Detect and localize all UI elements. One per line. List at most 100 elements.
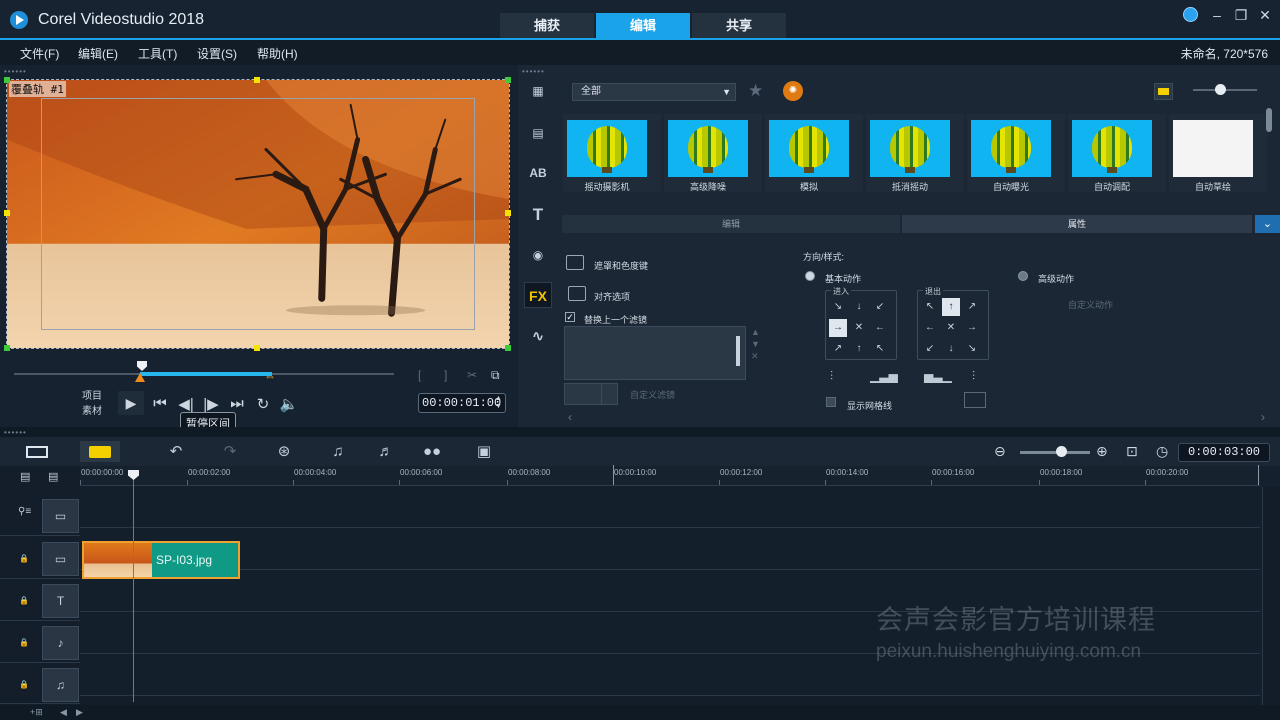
arrow-icon[interactable]: ↑ xyxy=(850,340,868,358)
arrow-icon[interactable]: ↙ xyxy=(921,340,939,358)
scroll-right-icon[interactable]: › xyxy=(1261,410,1265,424)
applied-filter-list[interactable] xyxy=(564,326,746,380)
menu-settings[interactable]: 设置(S) xyxy=(197,45,237,62)
transition-icon[interactable]: AB xyxy=(524,160,552,186)
lock-icon[interactable]: 🔒 xyxy=(19,596,29,605)
basic-motion-label[interactable]: 基本动作 xyxy=(825,272,861,285)
prev-frame-button[interactable]: ◀| xyxy=(175,395,197,413)
arrow-icon[interactable]: ✕ xyxy=(942,319,960,337)
time-ruler[interactable]: 00:00:00:00 00:00:02:00 00:00:04:00 00:0… xyxy=(80,465,1260,486)
title-track-button[interactable]: T xyxy=(42,584,79,618)
mask-chroma-icon[interactable] xyxy=(566,255,584,270)
path-icon[interactable]: ∿ xyxy=(524,324,552,350)
tab-edit-options[interactable]: 编辑 xyxy=(562,215,900,233)
tab-edit[interactable]: 编辑 xyxy=(596,13,690,39)
arrow-icon[interactable]: ↗ xyxy=(963,298,981,316)
effect-thumb[interactable]: 自动调配 xyxy=(1068,114,1166,192)
chapter-icon[interactable]: ▤ xyxy=(48,470,58,483)
preset-dropdown[interactable] xyxy=(564,383,618,405)
scroll-left-icon[interactable]: ◀ xyxy=(60,707,67,718)
mask-chroma-label[interactable]: 遮罩和色度键 xyxy=(594,259,648,272)
replace-filter-checkbox[interactable]: ✓ xyxy=(565,312,575,322)
align-options-icon[interactable] xyxy=(568,286,586,301)
scrub-head[interactable] xyxy=(137,361,147,371)
graphic-icon[interactable]: ◉ xyxy=(524,242,552,268)
arrow-icon[interactable]: ↘ xyxy=(963,340,981,358)
arrow-icon[interactable]: ↙ xyxy=(871,298,889,316)
zoom-knob[interactable] xyxy=(1056,446,1067,457)
timecode-spinner[interactable]: ▲ ▼ xyxy=(495,395,502,411)
restore-button[interactable]: ❐ xyxy=(1230,7,1252,24)
menu-tools[interactable]: 工具(T) xyxy=(138,45,177,62)
fx-store-icon[interactable]: ✺ xyxy=(783,81,803,101)
arrow-icon[interactable]: ← xyxy=(871,319,889,337)
panel-splitter[interactable]: •••••• xyxy=(0,427,1280,437)
thumbnail-size-knob[interactable] xyxy=(1215,84,1226,95)
panel-grip[interactable]: •••••• xyxy=(4,67,27,76)
track-manager-icon[interactable]: ▤ xyxy=(20,470,30,483)
overlay-clip[interactable]: SP-I03.jpg xyxy=(82,541,240,579)
category-dropdown[interactable]: 全部 ▼ xyxy=(572,83,736,101)
repeat-icon[interactable]: ↻ xyxy=(252,395,274,413)
fit-project-icon[interactable]: ⊡ xyxy=(1126,443,1138,460)
timeline-view-button[interactable] xyxy=(80,441,120,462)
trim-range[interactable] xyxy=(140,372,272,376)
resize-handle[interactable] xyxy=(505,77,511,83)
overlay-track[interactable] xyxy=(80,529,1260,570)
arrow-icon[interactable]: ✕ xyxy=(850,319,868,337)
basic-motion-radio[interactable] xyxy=(805,271,815,281)
filter-list-scrollbar[interactable] xyxy=(736,336,740,366)
library-scrollbar[interactable] xyxy=(1266,108,1272,132)
scroll-left-icon[interactable]: ‹ xyxy=(568,410,572,424)
align-options-label[interactable]: 对齐选项 xyxy=(594,290,630,303)
arrow-icon[interactable]: ↘ xyxy=(829,298,847,316)
lock-icon[interactable]: 🔒 xyxy=(19,554,29,563)
tab-capture[interactable]: 捕获 xyxy=(500,13,594,39)
advanced-motion-label[interactable]: 高级动作 xyxy=(1038,272,1074,285)
zoom-in-icon[interactable]: ⊕ xyxy=(1096,443,1108,460)
mark-in-button[interactable]: [ xyxy=(418,368,421,382)
duration-clock-icon[interactable]: ◷ xyxy=(1156,443,1168,460)
minimize-button[interactable]: – xyxy=(1206,7,1228,23)
video-track-button[interactable]: ▭ xyxy=(42,499,79,533)
next-frame-button[interactable]: |▶ xyxy=(200,395,222,413)
motion-tracking-icon[interactable]: ●● xyxy=(412,441,452,462)
record-capture-icon[interactable]: ⊛ xyxy=(264,441,304,462)
storyboard-view-button[interactable] xyxy=(18,441,58,462)
scroll-right-icon[interactable]: ▶ xyxy=(76,707,83,718)
music-track-button[interactable]: ♫ xyxy=(42,668,79,702)
enlarge-preview-icon[interactable]: ⧉ xyxy=(491,368,500,383)
zoom-slider[interactable] xyxy=(1020,451,1090,454)
resize-handle[interactable] xyxy=(254,345,260,351)
menu-file[interactable]: 文件(F) xyxy=(20,45,59,62)
title-icon[interactable]: T xyxy=(524,202,552,228)
tab-attributes[interactable]: 属性 xyxy=(902,215,1252,233)
volume-icon[interactable]: 🔈 xyxy=(278,395,300,413)
redo-button[interactable]: ↷ xyxy=(210,441,250,462)
add-track-icon[interactable]: +⊞ xyxy=(30,707,43,718)
effect-thumb[interactable]: 摇动摄影机 xyxy=(563,114,661,192)
resize-handle[interactable] xyxy=(505,345,511,351)
play-button[interactable]: ▶ xyxy=(118,391,144,415)
show-grid-label[interactable]: 显示网格线 xyxy=(847,399,892,412)
collapse-options-button[interactable]: ⌄ xyxy=(1255,215,1280,233)
audio-mixer-icon[interactable]: ♫ xyxy=(318,441,358,462)
arrow-icon[interactable]: → xyxy=(963,319,981,337)
arrow-icon[interactable]: ↗ xyxy=(829,340,847,358)
effect-thumb[interactable]: 模拟 xyxy=(765,114,863,192)
custom-filter-button[interactable]: 自定义滤镜 xyxy=(630,388,675,401)
arrow-icon[interactable]: ↖ xyxy=(871,340,889,358)
fx-filter-icon[interactable]: FX xyxy=(524,282,552,308)
resize-handle[interactable] xyxy=(4,210,10,216)
menu-help[interactable]: 帮助(H) xyxy=(257,45,298,62)
preview-timecode[interactable]: 00:00:01:00 xyxy=(418,393,506,413)
effect-thumb[interactable]: 自动曝光 xyxy=(967,114,1065,192)
mode-project-label[interactable]: 项目 xyxy=(82,389,102,404)
project-duration[interactable]: 0:00:03:00 xyxy=(1178,443,1270,462)
instant-project-icon[interactable]: ▤ xyxy=(524,120,552,146)
view-mode-button[interactable] xyxy=(1154,83,1173,100)
panel-grip[interactable]: •••••• xyxy=(4,428,27,437)
voice-track-button[interactable]: ♪ xyxy=(42,626,79,660)
menu-edit[interactable]: 编辑(E) xyxy=(78,45,118,62)
add-favorite-icon[interactable]: ★ xyxy=(748,81,763,101)
